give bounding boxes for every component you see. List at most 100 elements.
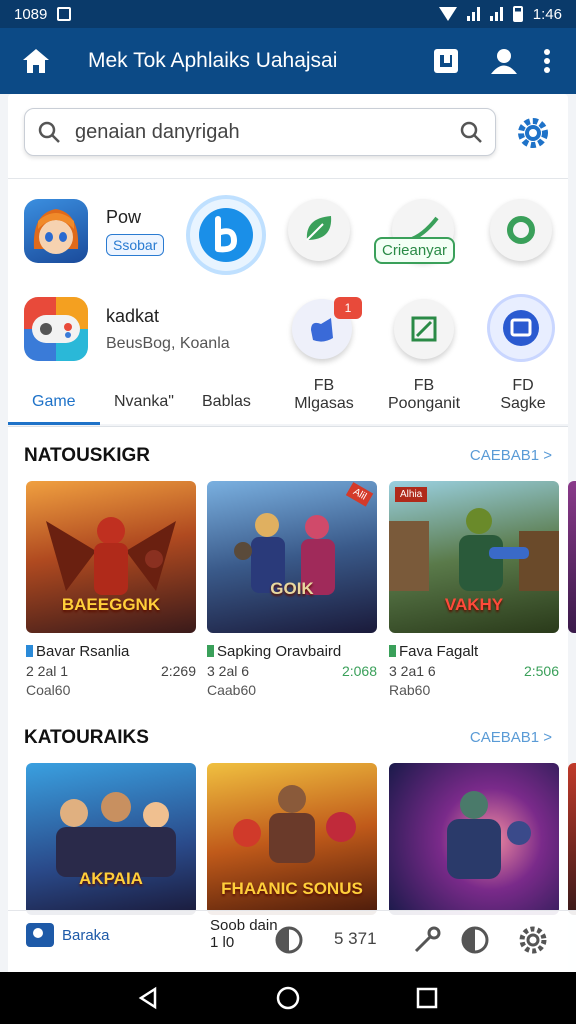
section-2-title: KATOURAIKS xyxy=(24,727,149,748)
section-1-more-link[interactable]: CAEBAB1 > xyxy=(470,447,552,464)
category-label-1[interactable]: FB Mlgasas xyxy=(292,377,356,413)
game-card-4-banner: AKPAIA xyxy=(79,869,143,888)
b-app-icon[interactable] xyxy=(190,199,262,271)
game-card-5-image: FHAANIC SONUS xyxy=(207,763,377,915)
app-title: Mek Tok Aphlaiks Uahajsai xyxy=(88,49,338,72)
search-submit-icon[interactable] xyxy=(459,120,483,144)
toolbar-gear-button[interactable] xyxy=(518,925,548,955)
toolbar-half-circle-button-2[interactable] xyxy=(460,925,490,955)
category-3-top: FD xyxy=(512,377,534,394)
game-card-3-banner: VAKHY xyxy=(444,595,504,614)
game-card-4[interactable]: AKPAIA xyxy=(26,763,196,915)
bottom-toolbar: Baraka Soob dain 1 l0 5 371 xyxy=(8,910,576,972)
green-chip-label[interactable]: Crieanyar xyxy=(374,237,456,264)
game-card-5-banner: FHAANIC SONUS xyxy=(221,879,363,898)
ring-chat-icon[interactable] xyxy=(490,199,552,261)
app-icon-avatar xyxy=(24,199,88,263)
game-card-1-title: Bavar Rsanlia xyxy=(26,643,196,660)
game-card-1[interactable]: BAEEGGNK Bavar Rsanlia 2 2al 1 2:269 Coal… xyxy=(26,481,196,698)
search-icon xyxy=(38,121,60,143)
more-vert-icon[interactable] xyxy=(532,39,562,83)
featured-app-2-name: kadkat xyxy=(106,305,160,326)
game-card-2-sub: Caab60 xyxy=(207,682,257,698)
category-3-bottom: Sagke xyxy=(500,395,546,412)
game-card-1-image: BAEEGGNK xyxy=(26,481,196,633)
featured-app-2-sub: BeusBog, Koanla xyxy=(106,334,230,352)
leaf-chat-icon[interactable] xyxy=(288,199,350,261)
game-card-peek[interactable] xyxy=(568,481,576,633)
half-circle-icon xyxy=(275,926,303,954)
account-icon[interactable] xyxy=(482,39,526,83)
puzzle-icon xyxy=(26,923,54,947)
status-right: 1:46 xyxy=(438,6,562,23)
game-card-3[interactable]: VAKHY Alhia Fava Fagalt 3 2a1 6 2:506 Rab… xyxy=(389,481,559,698)
card-dot-icon xyxy=(26,645,33,657)
tab-game[interactable]: Game xyxy=(32,393,76,411)
game-card-5[interactable]: FHAANIC SONUS xyxy=(207,763,377,915)
category-label-3[interactable]: FD Sagke xyxy=(492,377,554,413)
wifi-icon xyxy=(438,7,457,21)
game-card-3-image: VAKHY Alhia xyxy=(389,481,559,633)
status-time-left: 1089 xyxy=(14,5,48,23)
status-left: 1089 xyxy=(14,5,72,23)
search-area xyxy=(8,94,568,178)
toolbar-key-button[interactable] xyxy=(412,925,442,955)
game-card-6[interactable] xyxy=(389,763,559,915)
back-icon[interactable] xyxy=(137,986,161,1010)
notification-icon xyxy=(57,7,72,21)
toolbar-item-2[interactable]: Soob dain 1 l0 xyxy=(210,917,278,951)
featured-app-1-name: Pow xyxy=(106,206,142,227)
featured-app-2[interactable]: kadkat BeusBog, Koanla xyxy=(24,297,230,361)
photo-chat-icon[interactable] xyxy=(490,297,552,359)
search-input[interactable] xyxy=(75,120,459,144)
toolbar-item-3[interactable]: 5 371 xyxy=(334,929,377,949)
key-icon xyxy=(414,926,441,953)
half-circle-icon-2 xyxy=(461,926,489,954)
home-icon[interactable] xyxy=(14,39,58,83)
game-card-3-meta: 3 2a1 6 2:506 xyxy=(389,663,559,679)
toolbar-baraka[interactable]: Baraka xyxy=(24,919,110,951)
featured-app-1-badge[interactable]: Ssobar xyxy=(106,233,165,256)
card-dot-icon xyxy=(207,645,214,657)
edit-chat-icon[interactable] xyxy=(394,299,454,359)
recents-icon[interactable] xyxy=(415,986,439,1010)
game-card-2-meta-left: 3 2al 6 xyxy=(207,663,250,679)
featured-app-1[interactable]: Pow Ssobar xyxy=(24,199,165,263)
game-card-peek-2[interactable] xyxy=(568,763,576,915)
toolbar-item-2-label: Soob dain xyxy=(210,917,278,934)
game-card-1-title-text: Bavar Rsanlia xyxy=(36,643,130,660)
game-card-4-image: AKPAIA xyxy=(26,763,196,915)
game-card-2-banner: GOIK xyxy=(270,579,314,598)
game-card-2-image: GOIK Alil xyxy=(207,481,377,633)
game-card-3-meta-left: 3 2a1 6 xyxy=(389,663,436,679)
scan-icon[interactable] xyxy=(424,39,468,83)
game-card-3-title: Fava Fagalt xyxy=(389,643,559,660)
tab-2[interactable]: Nvanka" xyxy=(114,393,174,411)
card-dot-icon xyxy=(389,645,396,657)
game-card-2[interactable]: GOIK Alil Sapking Oravbaird 3 2al 6 2:068… xyxy=(207,481,377,698)
tab-3[interactable]: Bablas xyxy=(202,393,251,411)
section-2-more-link[interactable]: CAEBAB1 > xyxy=(470,729,552,746)
category-2-top: FB xyxy=(413,377,435,394)
game-card-3-meta-right: 2:506 xyxy=(523,663,559,679)
category-label-2[interactable]: FB Poonganit xyxy=(382,377,466,413)
category-1-top: FB xyxy=(313,377,335,394)
apps-panel: Pow Ssobar Crieanyar kadkat BeusBog, Koa… xyxy=(8,178,568,425)
toolbar-item-2-sub: 1 l0 xyxy=(210,934,235,951)
home-nav-icon[interactable] xyxy=(275,985,301,1011)
game-card-1-sub: Coal60 xyxy=(26,682,71,698)
battery-icon xyxy=(512,6,523,22)
game-card-2-title: Sapking Oravbaird xyxy=(207,643,377,660)
game-card-3-sub: Rab60 xyxy=(389,682,431,698)
game-controller-app-icon xyxy=(24,297,88,361)
gear-icon-2 xyxy=(519,926,547,954)
category-2-bottom: Poonganit xyxy=(387,395,461,412)
toolbar-half-circle-button[interactable] xyxy=(274,925,304,955)
status-bar: 1089 1:46 xyxy=(0,0,576,28)
settings-button[interactable] xyxy=(516,116,550,155)
game-card-3-title-text: Fava Fagalt xyxy=(399,643,479,660)
search-box[interactable] xyxy=(24,108,496,156)
game-card-1-meta: 2 2al 1 2:269 xyxy=(26,663,196,679)
game-card-2-title-text: Sapking Oravbaird xyxy=(217,643,342,660)
system-nav-bar xyxy=(0,972,576,1024)
